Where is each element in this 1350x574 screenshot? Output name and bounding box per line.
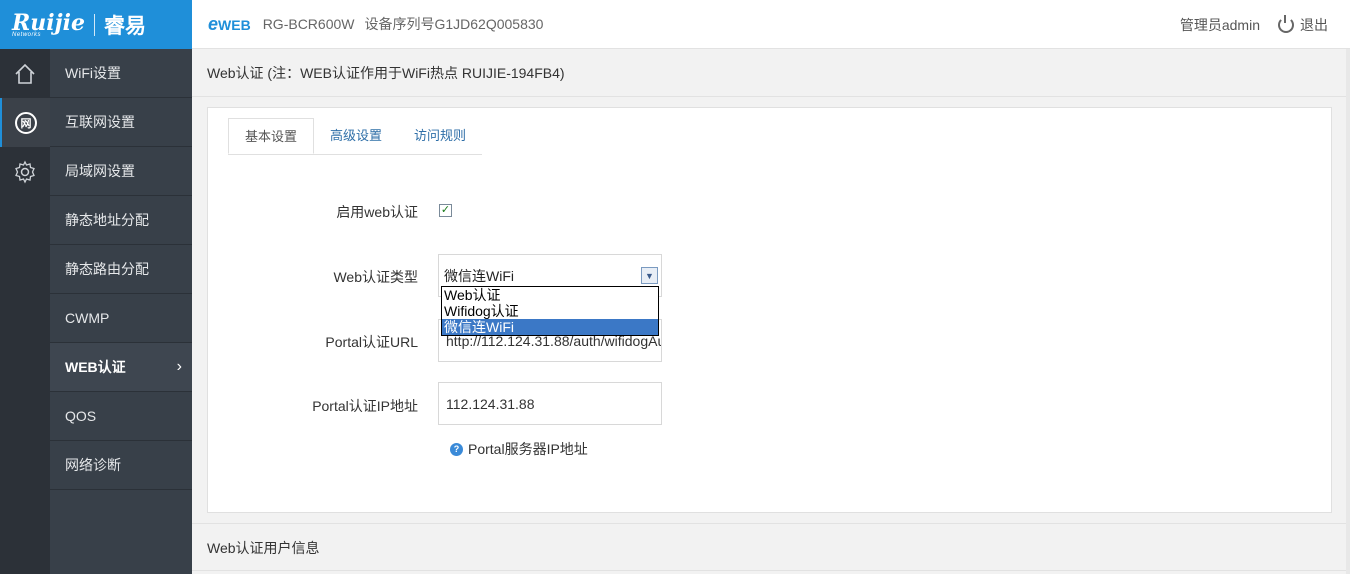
enable-web-auth-checkbox[interactable]: ✓	[439, 204, 452, 217]
user-area: 管理员admin 退出	[1180, 0, 1328, 49]
menu-item-static-route[interactable]: 静态路由分配	[50, 245, 192, 294]
menu-item-web-auth[interactable]: WEB认证 ›	[50, 343, 192, 392]
menu-item-static-address[interactable]: 静态地址分配	[50, 196, 192, 245]
settings-panel: 基本设置 高级设置 访问规则 启用web认证 ✓ Web认证类型 微信连WiFi…	[207, 107, 1332, 513]
tab-access-rules[interactable]: 访问规则	[398, 118, 482, 154]
device-model: RG-BCR600W	[262, 16, 355, 32]
network-nav[interactable]: 网	[0, 98, 50, 147]
auth-type-value: 微信连WiFi	[444, 268, 514, 284]
menu-item-label: QOS	[65, 408, 97, 424]
admin-user-link[interactable]: 管理员admin	[1180, 15, 1260, 35]
menu-item-cwmp[interactable]: CWMP	[50, 294, 192, 343]
brand-logo: Ruijie Networks 睿易	[0, 0, 192, 49]
device-serial: 设备序列号G1JD62Q005830	[364, 16, 544, 32]
portal-url-label: Portal认证URL	[325, 334, 418, 350]
hint-text: Portal服务器IP地址	[468, 441, 588, 457]
menu-item-wifi[interactable]: WiFi设置	[50, 49, 192, 98]
home-nav[interactable]	[0, 49, 50, 98]
network-icon: 网	[15, 111, 37, 134]
menu-item-label: 局域网设置	[65, 163, 135, 179]
menu-item-label: 网络诊断	[65, 457, 121, 473]
logo-divider	[93, 13, 95, 36]
menu-item-label: 互联网设置	[65, 114, 135, 130]
power-icon[interactable]	[1278, 14, 1294, 33]
menu-item-lan[interactable]: 局域网设置	[50, 147, 192, 196]
logo-ruijie-mark: Ruijie Networks	[12, 12, 85, 38]
menu-item-label: CWMP	[65, 310, 110, 326]
home-icon	[15, 63, 35, 84]
dropdown-option-wifidog[interactable]: Wifidog认证	[442, 303, 658, 319]
page-title: Web认证 (注：WEB认证作用于WiFi热点 RUIJIE-194FB4)	[192, 49, 1350, 97]
menu-item-label: 静态路由分配	[65, 261, 149, 277]
auth-type-select[interactable]: 微信连WiFi ▼	[441, 266, 660, 286]
help-icon: ?	[450, 442, 463, 456]
portal-ip-label: Portal认证IP地址	[312, 398, 418, 414]
auth-type-label: Web认证类型	[333, 269, 418, 285]
menu-item-label: WiFi设置	[65, 65, 121, 81]
eweb-product: WEB	[218, 16, 251, 33]
top-bar: eWEB RG-BCR600W 设备序列号G1JD62Q005830 管理员ad…	[192, 0, 1350, 49]
tab-basic[interactable]: 基本设置	[228, 118, 315, 154]
menu-item-internet[interactable]: 互联网设置	[50, 98, 192, 147]
dropdown-option-web[interactable]: Web认证	[442, 287, 658, 303]
portal-ip-hint: ? Portal服务器IP地址	[450, 439, 588, 459]
main-content: Web认证 (注：WEB认证作用于WiFi热点 RUIJIE-194FB4) 基…	[192, 49, 1350, 574]
side-menu: WiFi设置 互联网设置 局域网设置 静态地址分配 静态路由分配 CWMP WE…	[50, 49, 192, 574]
menu-item-diagnostics[interactable]: 网络诊断	[50, 441, 192, 490]
tab-bar: 基本设置 高级设置 访问规则	[228, 118, 483, 155]
tab-advanced[interactable]: 高级设置	[314, 118, 398, 154]
chevron-down-icon[interactable]: ▼	[641, 267, 658, 284]
icon-sidebar: 网	[0, 49, 50, 574]
settings-nav[interactable]	[0, 147, 50, 196]
logout-link[interactable]: 退出	[1300, 15, 1328, 35]
menu-item-qos[interactable]: QOS	[50, 392, 192, 441]
logo-cn-text: 睿易	[103, 14, 146, 38]
menu-item-label: 静态地址分配	[65, 212, 149, 228]
chevron-right-icon: ›	[176, 358, 182, 375]
logo-text: Ruijie	[12, 9, 85, 36]
dropdown-option-wechat[interactable]: 微信连WiFi	[442, 319, 658, 335]
menu-item-label: WEB认证	[65, 359, 126, 375]
auth-type-dropdown: Web认证 Wifidog认证 微信连WiFi	[441, 286, 659, 336]
page-scrollbar[interactable]	[1346, 49, 1350, 574]
section-web-auth-users[interactable]: Web认证用户信息	[192, 523, 1350, 571]
gear-icon	[15, 160, 35, 183]
enable-web-auth-label: 启用web认证	[336, 204, 418, 220]
eweb-logo: eWEB	[208, 13, 251, 34]
portal-ip-input[interactable]: 112.124.31.88	[438, 382, 662, 425]
